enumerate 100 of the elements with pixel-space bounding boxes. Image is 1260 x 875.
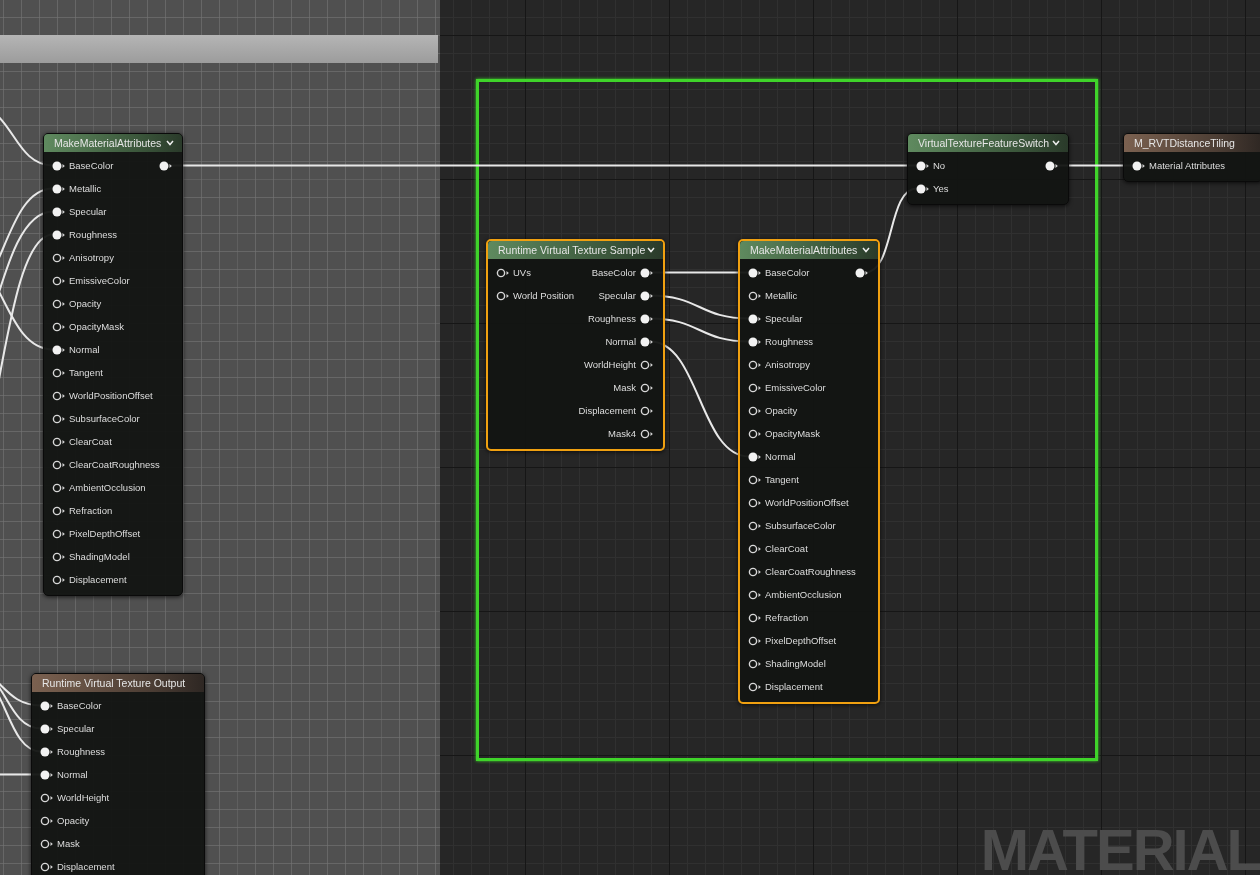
node-card[interactable]: Runtime Virtual Texture Output BaseColor Specular Roughness Normal WorldHeight Opacity Mask Displacement [31, 673, 205, 875]
pin-icon[interactable] [748, 290, 761, 301]
pin-icon[interactable] [748, 520, 761, 531]
pin-icon[interactable] [640, 290, 653, 301]
pin-icon[interactable] [748, 336, 761, 347]
comment-box[interactable] [476, 79, 1098, 761]
pin-icon[interactable] [748, 543, 761, 554]
pin-icon[interactable] [40, 838, 53, 849]
pin-icon[interactable] [40, 700, 53, 711]
pin-icon[interactable] [496, 267, 509, 278]
pin-label: BaseColor [765, 267, 810, 278]
pin-icon[interactable] [40, 861, 53, 872]
chevron-icon[interactable] [862, 247, 870, 253]
pin-icon[interactable] [748, 566, 761, 577]
pin-icon[interactable] [52, 551, 65, 562]
pin-icon[interactable] [1045, 160, 1058, 171]
pin-icon[interactable] [748, 382, 761, 393]
pin-icon[interactable] [52, 574, 65, 585]
node-card[interactable] [43, 133, 183, 596]
chevron-icon[interactable] [647, 247, 655, 253]
pin-label: Roughness [587, 313, 636, 324]
pin-icon[interactable] [640, 336, 653, 347]
node-header[interactable]: Runtime Virtual Texture Output [32, 674, 204, 692]
pin-icon[interactable] [640, 382, 653, 393]
pin-icon[interactable] [640, 428, 653, 439]
node-header[interactable]: MakeMaterialAttributes [740, 241, 878, 259]
pin-icon[interactable] [40, 815, 53, 826]
pin-icon[interactable] [52, 275, 65, 286]
node-header[interactable]: VirtualTextureFeatureSwitch [908, 134, 1068, 152]
pin-icon[interactable] [748, 451, 761, 462]
pin-icon[interactable] [52, 298, 65, 309]
pin-icon[interactable] [52, 206, 65, 217]
pin-icon[interactable] [748, 267, 761, 278]
pin-label: Mask [57, 838, 80, 849]
pin-icon[interactable] [159, 160, 172, 171]
pin-icon[interactable] [52, 528, 65, 539]
pin-label: SubsurfaceColor [765, 520, 836, 531]
pin-icon[interactable] [748, 589, 761, 600]
pin-icon[interactable] [748, 474, 761, 485]
pin-icon[interactable] [640, 313, 653, 324]
pin-icon[interactable] [748, 612, 761, 623]
pin-icon[interactable] [52, 482, 65, 493]
pin-label: Specular [765, 313, 803, 324]
pin-label: EmissiveColor [69, 275, 130, 286]
chevron-icon[interactable] [166, 140, 174, 146]
pin-icon[interactable] [855, 267, 868, 278]
pin-icon[interactable] [1132, 160, 1145, 171]
pin-icon[interactable] [748, 428, 761, 439]
pin-icon[interactable] [52, 183, 65, 194]
pin-label: Opacity [57, 815, 90, 826]
pin-icon[interactable] [52, 321, 65, 332]
pin-icon[interactable] [748, 359, 761, 370]
pin-icon[interactable] [40, 769, 53, 780]
pin-label: Metallic [69, 183, 102, 194]
pin-label: OpacityMask [69, 321, 124, 332]
pin-icon[interactable] [748, 658, 761, 669]
pin-icon[interactable] [748, 313, 761, 324]
pin-label: AmbientOcclusion [69, 482, 146, 493]
pin-icon[interactable] [52, 344, 65, 355]
pin-icon[interactable] [40, 746, 53, 757]
pin-icon[interactable] [40, 723, 53, 734]
pin-label: Displacement [69, 574, 127, 585]
pin-icon[interactable] [640, 405, 653, 416]
node-card[interactable]: M_RVTDistanceTiling Material Attributes [1123, 133, 1260, 182]
pin-icon[interactable] [52, 160, 65, 171]
pin-icon[interactable] [52, 505, 65, 516]
node-card[interactable]: VirtualTextureFeatureSwitch No Yes [907, 133, 1069, 205]
pin-icon[interactable] [640, 359, 653, 370]
pin-label: Roughness [57, 746, 106, 757]
pin-icon[interactable] [916, 183, 929, 194]
pin-label: Mask4 [608, 428, 636, 439]
pin-icon[interactable] [748, 405, 761, 416]
pin-label: BaseColor [57, 700, 102, 711]
pin-icon[interactable] [52, 252, 65, 263]
pin-label: SubsurfaceColor [69, 413, 140, 424]
node-card[interactable] [738, 239, 880, 704]
pin-label: WorldHeight [583, 359, 636, 370]
pin-icon[interactable] [748, 635, 761, 646]
pin-label: Specular [69, 206, 107, 217]
pin-icon[interactable] [916, 160, 929, 171]
pin-icon[interactable] [52, 459, 65, 470]
pin-label: Normal [765, 451, 796, 462]
pin-icon[interactable] [52, 367, 65, 378]
node-header[interactable]: MakeMaterialAttributes [44, 134, 182, 152]
pin-icon[interactable] [748, 681, 761, 692]
pin-label: No [933, 160, 946, 171]
pin-icon[interactable] [52, 390, 65, 401]
node-header[interactable]: Runtime Virtual Texture Sample [488, 241, 663, 259]
node-card[interactable]: Runtime Virtual Texture Sample UVs BaseColor World Position Specular Roughness Normal WorldHeight Mask Displacement Mask4 [486, 239, 665, 451]
pin-icon[interactable] [496, 290, 509, 301]
pin-label: ShadingModel [69, 551, 130, 562]
chevron-icon[interactable] [1052, 140, 1060, 146]
node-header[interactable]: M_RVTDistanceTiling [1124, 134, 1260, 152]
pin-icon[interactable] [52, 413, 65, 424]
pin-icon[interactable] [40, 792, 53, 803]
pin-icon[interactable] [52, 436, 65, 447]
pin-label: EmissiveColor [765, 382, 826, 393]
pin-icon[interactable] [748, 497, 761, 508]
pin-icon[interactable] [52, 229, 65, 240]
pin-icon[interactable] [640, 267, 653, 278]
